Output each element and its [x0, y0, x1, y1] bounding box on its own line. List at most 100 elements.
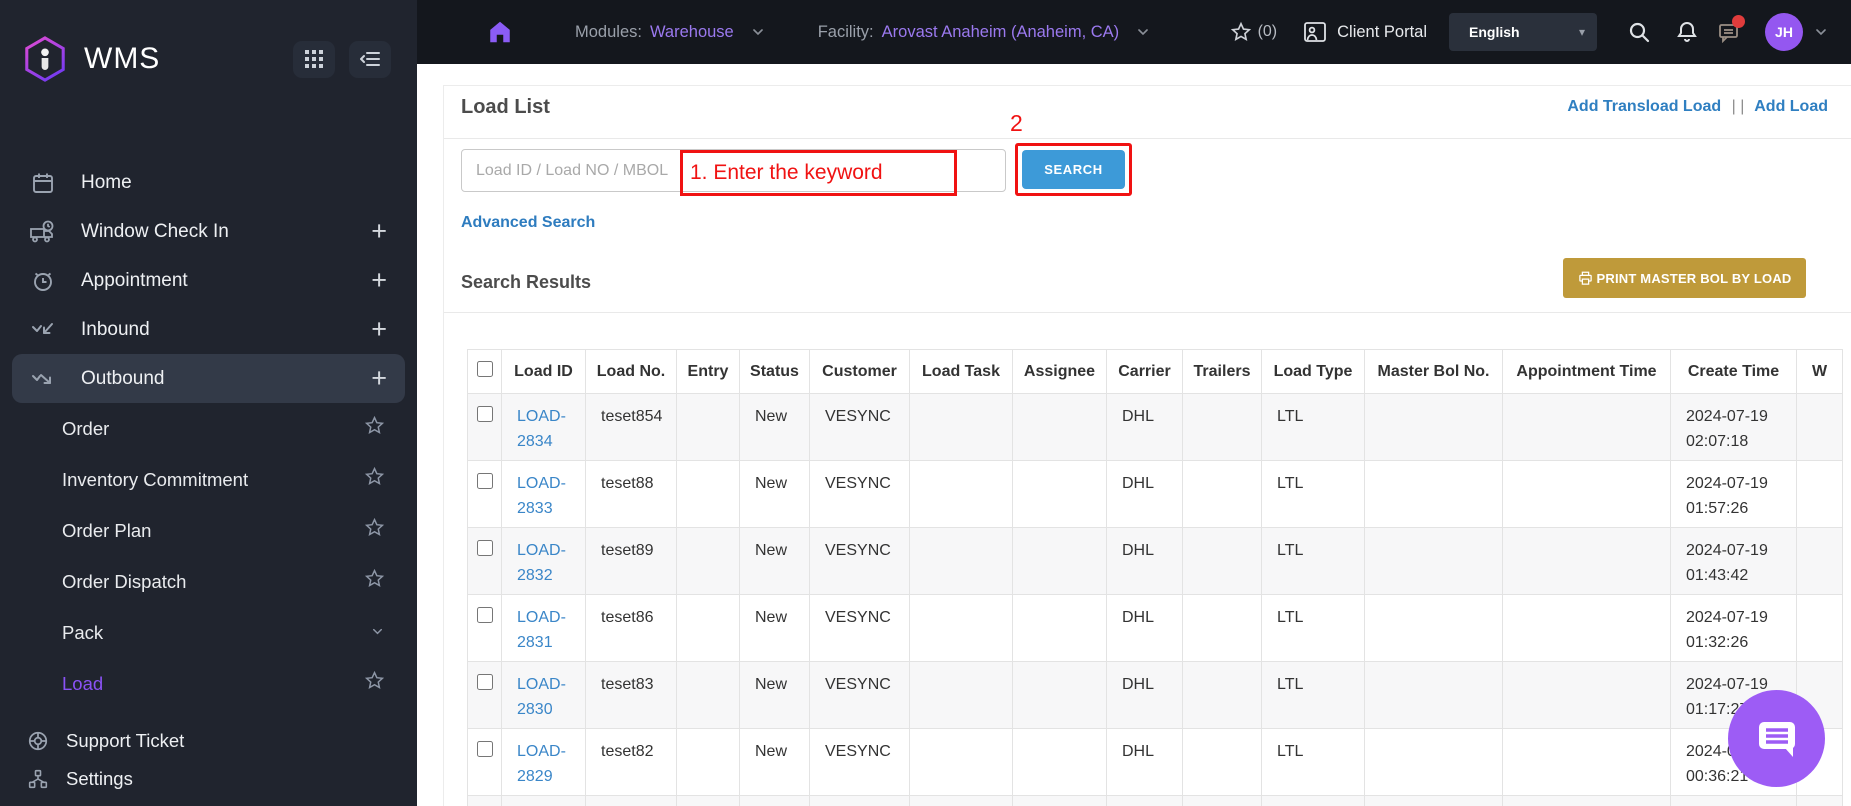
sidebar-item-window-check-in[interactable]: Window Check In +: [0, 207, 417, 256]
cell-trailers: [1182, 393, 1262, 461]
notifications-bell-icon[interactable]: [1675, 20, 1699, 44]
sidebar-item-label: Inbound: [81, 318, 150, 340]
account-chevron-down-icon[interactable]: [1813, 24, 1829, 40]
row-checkbox[interactable]: [476, 406, 493, 422]
row-checkbox[interactable]: [476, 741, 493, 757]
cell-status: New: [739, 661, 810, 729]
messages-icon[interactable]: [1717, 15, 1745, 43]
chevron-down-icon[interactable]: [750, 24, 766, 40]
cell-load_no: teset89: [585, 527, 677, 595]
cell-load_id: LOAD- 2833: [501, 460, 586, 528]
column-header-master_bol: Master Bol No.: [1364, 349, 1503, 394]
chevron-down-icon[interactable]: [1135, 24, 1151, 40]
sidebar-subitem-load[interactable]: Load: [0, 658, 417, 709]
load-id-link[interactable]: LOAD- 2833: [517, 475, 566, 517]
cell-select: [467, 661, 502, 729]
apps-grid-button[interactable]: [293, 40, 335, 78]
client-portal-button[interactable]: Client Portal: [1303, 21, 1427, 43]
cell-entry: [676, 728, 740, 796]
sidebar-item-outbound[interactable]: Outbound +: [12, 354, 405, 403]
chat-widget-button[interactable]: [1728, 690, 1825, 787]
settings-icon: [26, 769, 50, 789]
column-header-entry: Entry: [676, 349, 740, 394]
add-load-link[interactable]: Add Load: [1754, 98, 1828, 115]
star-icon: [1230, 21, 1251, 41]
modules-label: Modules:: [575, 22, 642, 41]
cell-create_time: 2024-07-19 02:07:18: [1670, 393, 1797, 461]
favorites-button[interactable]: (0): [1230, 21, 1277, 43]
cell-appointment: [1502, 728, 1671, 796]
row-checkbox[interactable]: [476, 607, 493, 623]
sidebar-subitem-pack[interactable]: Pack: [0, 607, 417, 658]
client-portal-icon: [1304, 22, 1327, 42]
sidebar-subitem-order[interactable]: Order: [0, 403, 417, 454]
modules-value: Warehouse: [649, 22, 734, 41]
printer-icon: [1578, 271, 1592, 285]
collapse-sidebar-button[interactable]: [349, 40, 391, 78]
print-master-bol-button[interactable]: PRINT MASTER BOL BY LOAD: [1563, 258, 1806, 298]
cell-assignee: [1012, 594, 1107, 662]
expand-plus-icon[interactable]: +: [371, 218, 387, 245]
sidebar-item-home[interactable]: Home: [0, 158, 417, 207]
avatar[interactable]: JH: [1765, 13, 1803, 51]
results-table: Load ID Load No. Entry Status Customer Load T…: [467, 349, 1843, 806]
sidebar-subitem-order-dispatch[interactable]: Order Dispatch: [0, 556, 417, 607]
cell-load_task: [909, 728, 1013, 796]
language-dropdown[interactable]: English ▾: [1449, 13, 1597, 51]
load-id-link[interactable]: LOAD- 2832: [517, 542, 566, 584]
chevron-down-icon[interactable]: [370, 621, 385, 645]
cell-master_bol: [1364, 393, 1503, 461]
sidebar-item-appointment[interactable]: Appointment +: [0, 256, 417, 305]
favorite-star-icon[interactable]: [364, 466, 385, 493]
cell-load_type: LTL: [1261, 594, 1365, 662]
sidebar-item-support-ticket[interactable]: Support Ticket: [0, 722, 417, 760]
cell-load_id: LOAD- 2830: [501, 661, 586, 729]
cell-assignee: [1012, 527, 1107, 595]
page-title: Load List: [461, 96, 550, 118]
cell-customer: VESYNC: [809, 393, 910, 461]
annotation-step1-box: 1. Enter the keyword: [680, 150, 957, 196]
column-header-status: Status: [739, 349, 810, 394]
cell-load_no: teset83: [585, 661, 677, 729]
modules-selector[interactable]: Modules: Warehouse: [575, 23, 766, 42]
row-checkbox[interactable]: [476, 473, 493, 489]
add-transload-load-link[interactable]: Add Transload Load: [1567, 98, 1721, 115]
row-checkbox[interactable]: [476, 540, 493, 556]
outbound-arrow-icon: [30, 368, 56, 390]
cell-extra: [1796, 527, 1843, 595]
search-icon[interactable]: [1627, 20, 1651, 44]
cell-trailers: [1182, 460, 1262, 528]
client-portal-label: Client Portal: [1337, 22, 1427, 41]
search-button[interactable]: SEARCH: [1022, 150, 1125, 189]
expand-plus-icon[interactable]: +: [371, 316, 387, 343]
favorite-star-icon[interactable]: [364, 568, 385, 595]
cell-customer: VESYNC: [809, 527, 910, 595]
home-icon[interactable]: [487, 19, 513, 45]
cell-entry: [676, 460, 740, 528]
sidebar-item-inbound[interactable]: Inbound +: [0, 305, 417, 354]
select-all-checkbox[interactable]: [476, 361, 493, 377]
cell-status: New: [739, 594, 810, 662]
column-header-carrier: Carrier: [1106, 349, 1183, 394]
load-id-link[interactable]: LOAD- 2834: [517, 408, 566, 450]
load-id-link[interactable]: LOAD- 2831: [517, 609, 566, 651]
cell-load_task: [909, 594, 1013, 662]
sidebar-item-settings[interactable]: Settings: [0, 760, 417, 798]
sidebar-subitem-inventory-commitment[interactable]: Inventory Commitment: [0, 454, 417, 505]
load-id-link[interactable]: LOAD- 2829: [517, 743, 566, 785]
cell-appointment: [1502, 393, 1671, 461]
favorite-star-icon[interactable]: [364, 415, 385, 442]
cell-appointment: [1502, 527, 1671, 595]
sidebar-subitem-order-plan[interactable]: Order Plan: [0, 505, 417, 556]
cell-master_bol: [1364, 661, 1503, 729]
row-checkbox[interactable]: [476, 674, 493, 690]
favorite-star-icon[interactable]: [364, 517, 385, 544]
notification-badge: [1732, 15, 1745, 28]
expand-plus-icon[interactable]: +: [371, 365, 387, 392]
table-row-partial: [467, 795, 1843, 806]
favorite-star-icon[interactable]: [364, 670, 385, 697]
load-id-link[interactable]: LOAD- 2830: [517, 676, 566, 718]
facility-selector[interactable]: Facility: Arovast Anaheim (Anaheim, CA): [818, 23, 1151, 42]
expand-plus-icon[interactable]: +: [371, 267, 387, 294]
advanced-search-link[interactable]: Advanced Search: [461, 214, 595, 232]
